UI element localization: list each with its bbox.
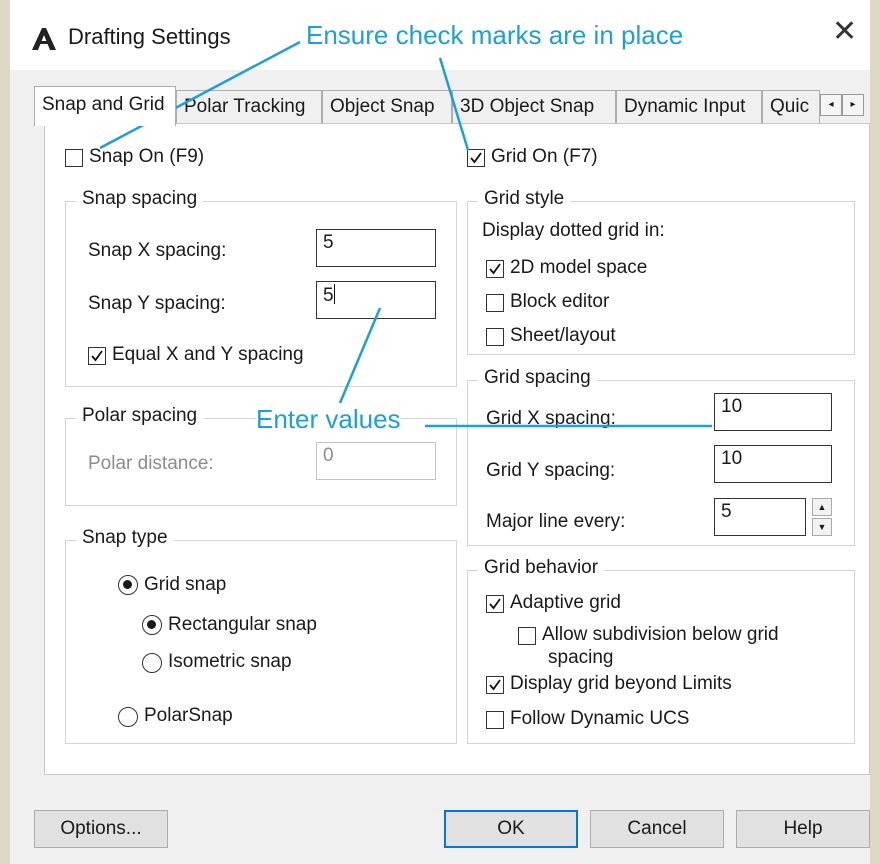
tab-snap-and-grid[interactable]: Snap and Grid — [34, 86, 176, 126]
callout-enter-values: Enter values — [256, 404, 401, 435]
callout-check-marks: Ensure check marks are in place — [306, 20, 684, 51]
callout-line-snap-y — [338, 307, 382, 404]
callout-lines — [99, 40, 712, 428]
callout-line-grid-on — [438, 57, 470, 151]
